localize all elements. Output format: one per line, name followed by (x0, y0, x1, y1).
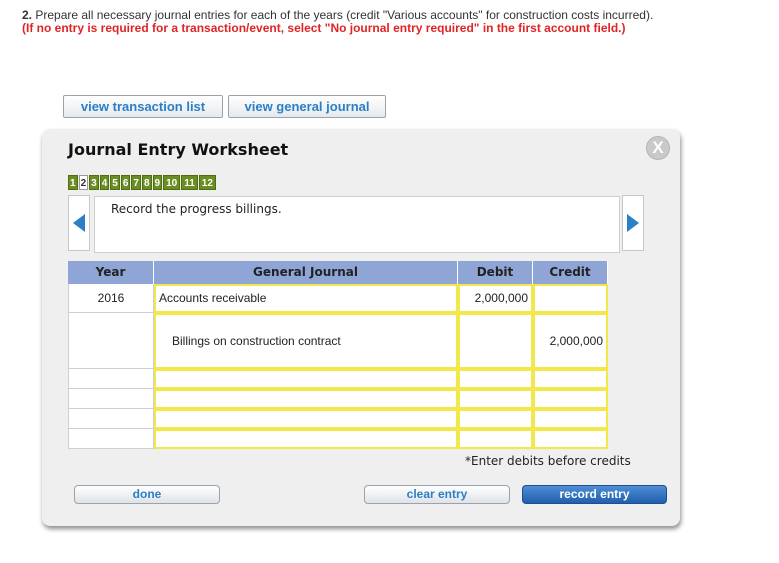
row-6-account-field[interactable] (154, 429, 458, 449)
view-general-journal-button[interactable]: view general journal (228, 95, 386, 118)
tab-10[interactable]: 10 (163, 175, 181, 190)
tab-1[interactable]: 1 (68, 175, 78, 190)
table-row-2-year (68, 313, 154, 369)
tab-8[interactable]: 8 (141, 175, 152, 190)
header-credit: Credit (533, 261, 608, 284)
previous-arrow-button[interactable] (68, 195, 90, 251)
table-row-6-year (68, 429, 154, 449)
tab-5[interactable]: 5 (110, 175, 120, 190)
journal-entry-worksheet-panel: Journal Entry Worksheet X 1 2 3 4 5 6 7 … (42, 129, 680, 526)
row-6-debit-field[interactable] (458, 429, 533, 449)
table-row-4-year (68, 389, 154, 409)
row-1-debit-field[interactable]: 2,000,000 (458, 284, 533, 313)
tab-6[interactable]: 6 (120, 175, 131, 190)
arrow-right-icon (627, 214, 639, 232)
row-1-account-field[interactable]: Accounts receivable (154, 284, 458, 313)
row-4-debit-field[interactable] (458, 389, 533, 409)
row-5-debit-field[interactable] (458, 409, 533, 429)
instruction-warning: (If no entry is required for a transacti… (22, 21, 626, 35)
tab-2[interactable]: 2 (78, 175, 89, 190)
view-transaction-list-button[interactable]: view transaction list (63, 95, 223, 118)
question-number: 2. (22, 8, 33, 22)
table-row-5-year (68, 409, 154, 429)
done-button[interactable]: done (74, 485, 220, 504)
arrow-left-icon (73, 214, 85, 232)
row-2-debit-field[interactable] (458, 313, 533, 369)
table-row-3-year (68, 369, 154, 389)
entry-tabs: 1 2 3 4 5 6 7 8 9 10 11 12 (68, 175, 216, 190)
instructions: 2. Prepare all necessary journal entries… (22, 9, 662, 35)
debits-before-credits-note: *Enter debits before credits (465, 454, 631, 468)
header-debit: Debit (458, 261, 533, 284)
tab-7[interactable]: 7 (131, 175, 141, 190)
table-row-1-year: 2016 (68, 284, 154, 313)
row-4-account-field[interactable] (154, 389, 458, 409)
next-arrow-button[interactable] (622, 195, 644, 251)
record-entry-button[interactable]: record entry (522, 485, 667, 504)
tab-12[interactable]: 12 (198, 175, 216, 190)
row-1-credit-field[interactable] (533, 284, 608, 313)
instruction-text: Prepare all necessary journal entries fo… (35, 8, 654, 22)
row-5-account-field[interactable] (154, 409, 458, 429)
row-4-credit-field[interactable] (533, 389, 608, 409)
tab-11[interactable]: 11 (181, 175, 198, 190)
row-6-credit-field[interactable] (533, 429, 608, 449)
row-3-debit-field[interactable] (458, 369, 533, 389)
header-general-journal: General Journal (154, 261, 458, 284)
clear-entry-button[interactable]: clear entry (364, 485, 510, 504)
tab-3[interactable]: 3 (89, 175, 99, 190)
tab-4[interactable]: 4 (99, 175, 110, 190)
worksheet-title: Journal Entry Worksheet (68, 140, 289, 159)
row-3-account-field[interactable] (154, 369, 458, 389)
transaction-description: Record the progress billings. (94, 196, 620, 253)
row-5-credit-field[interactable] (533, 409, 608, 429)
row-2-credit-field[interactable]: 2,000,000 (533, 313, 608, 369)
close-icon[interactable]: X (646, 136, 670, 160)
row-3-credit-field[interactable] (533, 369, 608, 389)
header-year: Year (68, 261, 154, 284)
tab-9[interactable]: 9 (152, 175, 163, 190)
row-2-account-field[interactable]: Billings on construction contract (154, 313, 458, 369)
